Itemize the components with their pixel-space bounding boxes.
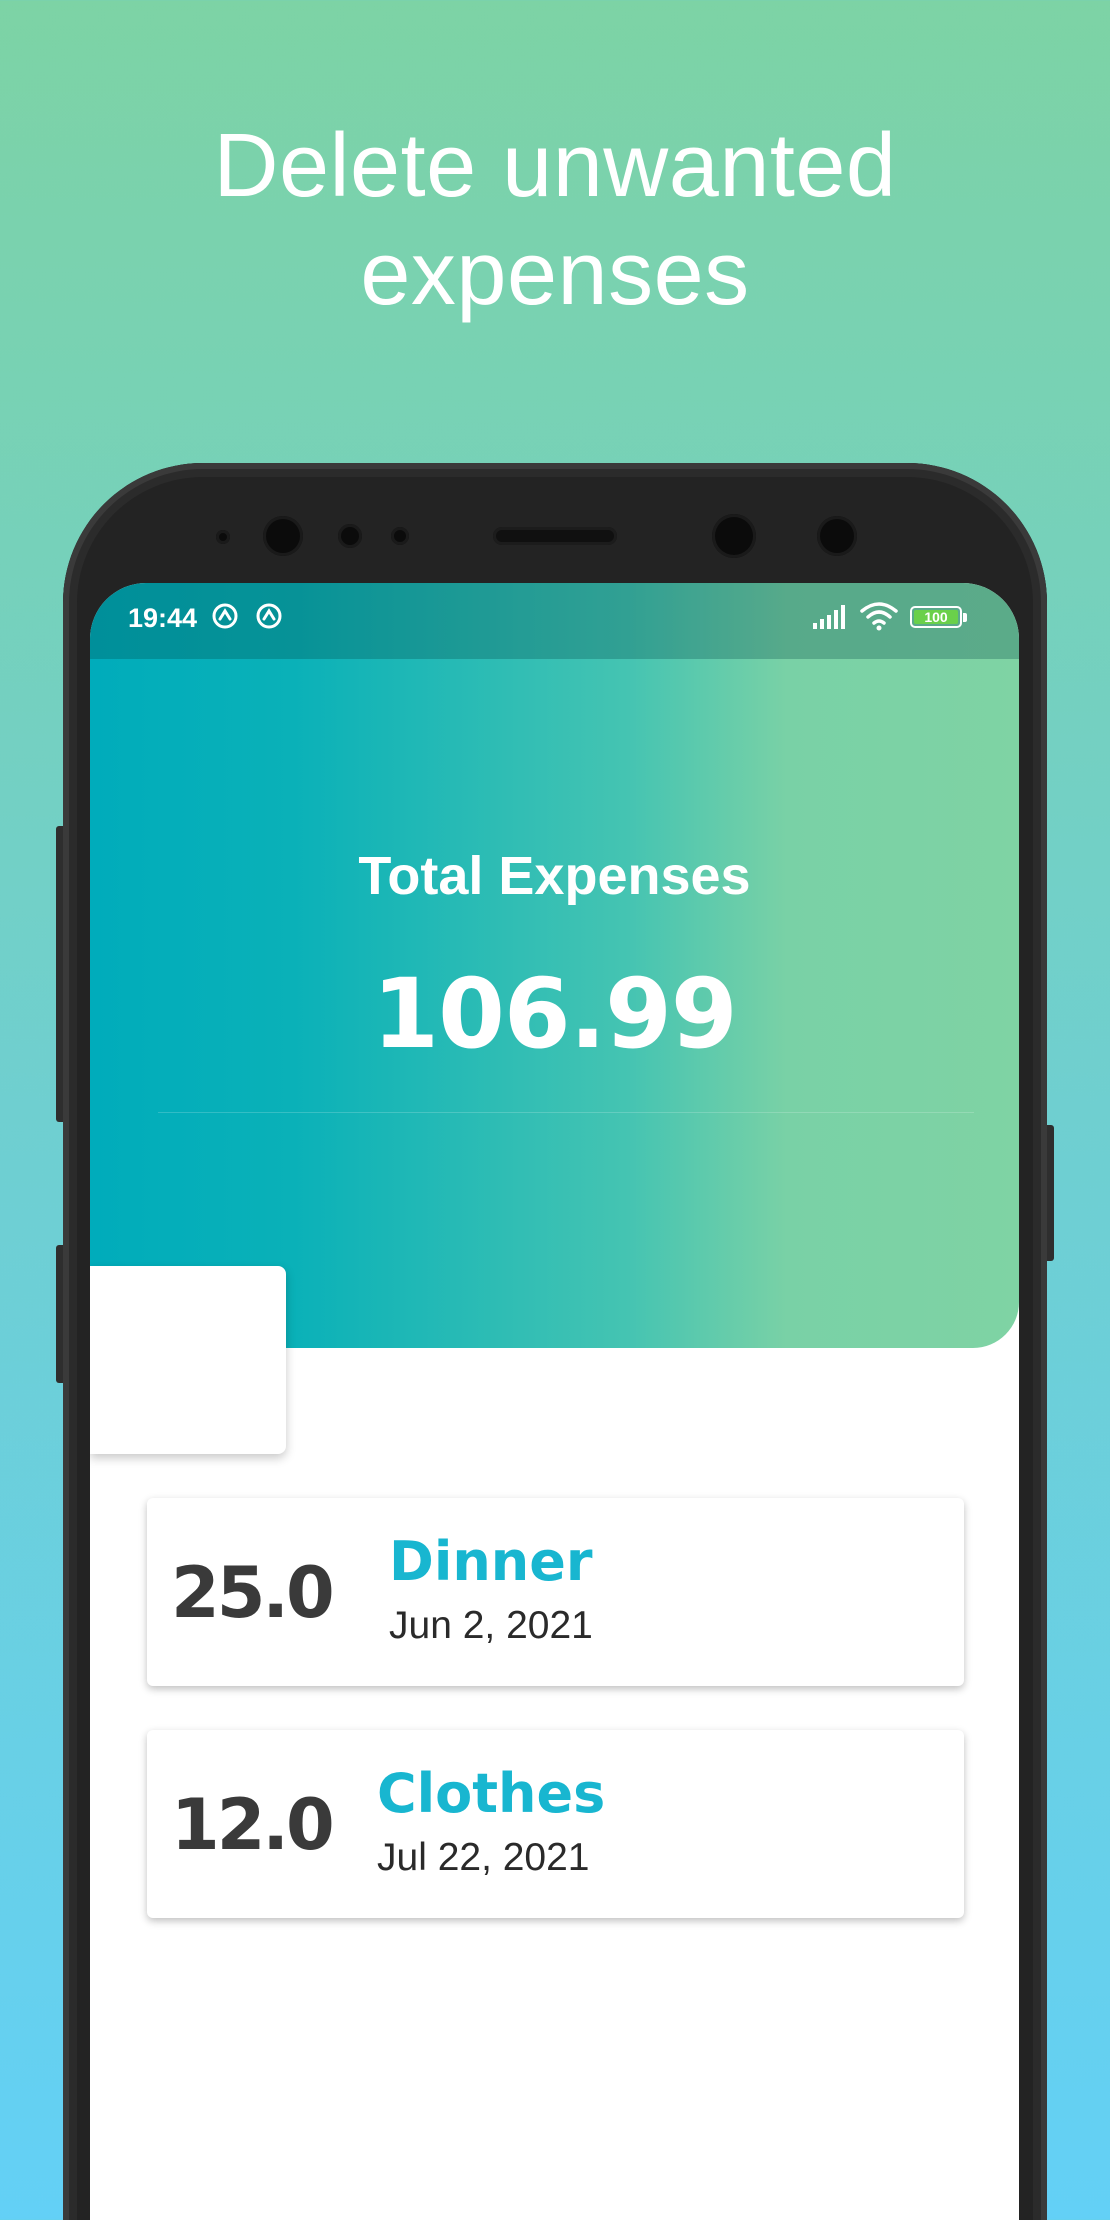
expense-date: Jun 2, 2021 [389,1604,593,1647]
promo-headline: Delete unwanted expenses [0,112,1110,328]
phone-sensor-dot [338,524,362,548]
battery-tip [963,613,967,622]
expense-amount: 25.0 [171,1552,335,1634]
battery-icon: 100 [910,606,962,628]
phone-earpiece-speaker [493,527,617,545]
expense-date: Jul 22, 2021 [377,1836,590,1879]
phone-sensor [817,516,857,556]
expense-card[interactable]: 12.0 Clothes Jul 22, 2021 [147,1730,964,1918]
battery-level: 100 [914,610,958,624]
header-divider [158,1112,974,1113]
phone-sensor-dot [391,527,409,545]
notification-icon [256,603,282,629]
expense-amount: 12.0 [171,1784,335,1866]
expense-title: Clothes [377,1762,606,1825]
cellular-signal-icon [813,605,845,629]
expense-card[interactable]: 25.0 Dinner Jun 2, 2021 [147,1498,964,1686]
app-screen: 19:44 100 Total Expenses 106.99 25.0 Din… [90,583,1019,2220]
expense-title: Dinner [389,1530,593,1593]
phone-front-camera [263,516,303,556]
promo-headline-line2: expenses [360,224,750,324]
phone-power-button [1046,1125,1054,1261]
wifi-icon [860,602,898,631]
status-time: 19:44 [128,603,198,633]
phone-front-camera [712,514,756,558]
promo-headline-line1: Delete unwanted [213,116,897,216]
notification-icon [212,603,238,629]
summary-header: 19:44 100 Total Expenses 106.99 [90,583,1019,1348]
blank-card [90,1266,286,1454]
status-bar: 19:44 100 [90,583,1019,659]
total-expenses-value: 106.99 [372,958,737,1070]
phone-sensor-dot [216,530,230,544]
total-expenses-label: Total Expenses [358,846,751,906]
